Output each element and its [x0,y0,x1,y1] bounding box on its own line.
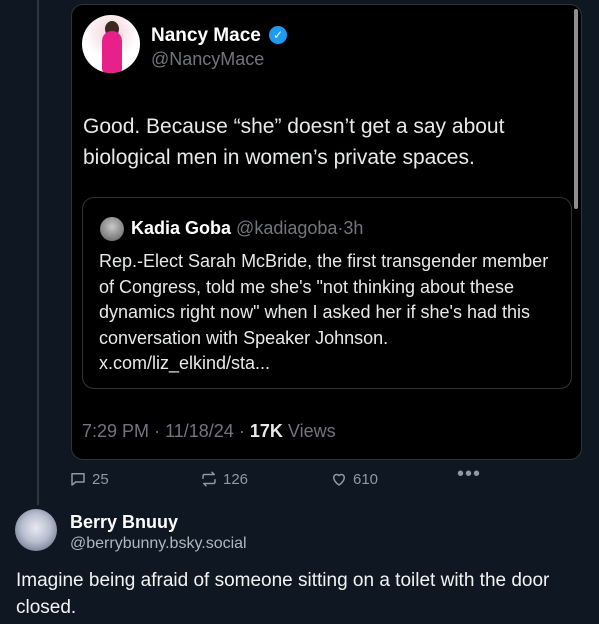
quoted-author-handle: @kadiagoba [236,218,338,238]
verified-badge-icon: ✓ [269,26,287,44]
more-options-button[interactable]: ••• [457,463,481,486]
tweet-text: Good. Because “she” doesn’t get a say ab… [83,115,505,169]
quoted-author-name: Kadia Goba [131,218,232,238]
quoted-author-avatar [100,217,124,241]
reply-author-handle[interactable]: @berrybunny.bsky.social [70,535,247,553]
like-count: 610 [353,470,379,488]
quoted-text: Rep.-Elect Sarah McBride, the first tran… [99,251,549,373]
meta-separator: · [238,421,245,441]
author-avatar[interactable] [82,15,140,73]
more-icon: ••• [457,463,482,485]
repost-icon [202,471,216,487]
author-name[interactable]: Nancy Mace [151,25,261,47]
repost-count: 126 [223,470,249,488]
reply-icon [71,473,85,486]
embedded-tweet-card[interactable]: Nancy Mace ✓ @NancyMace Good. Because “s… [71,4,582,460]
avatar-figure [102,31,122,73]
quoted-tweet-card[interactable]: Kadia Goba @kadiagoba·3h Rep.-Elect Sara… [82,197,572,389]
tweet-meta: 7:29 PM · 11/18/24 · 17K Views [82,421,336,442]
like-button[interactable]: 610 [330,470,378,488]
reply-author-name[interactable]: Berry Bnuuy [70,512,178,533]
repost-button[interactable]: 126 [200,470,248,488]
reply-count: 25 [92,470,109,488]
thread-line [37,0,39,505]
quoted-header: Kadia Goba @kadiagoba·3h [131,218,363,239]
views-count: 17K [249,421,283,441]
reply-button[interactable]: 25 [69,470,109,488]
reply-author-avatar[interactable] [15,509,57,551]
views-label: Views [287,421,336,441]
post-actions: 25 126 610 ••• [0,463,599,490]
author-handle[interactable]: @NancyMace [151,49,264,70]
scrollbar[interactable] [574,9,578,209]
meta-separator: · [154,421,161,441]
quoted-time: 3h [343,218,364,238]
tweet-time[interactable]: 7:29 PM [82,421,149,441]
tweet-date[interactable]: 11/18/24 [165,421,234,441]
heart-icon [333,473,345,486]
reply-text: Imagine being afraid of someone sitting … [16,570,550,618]
